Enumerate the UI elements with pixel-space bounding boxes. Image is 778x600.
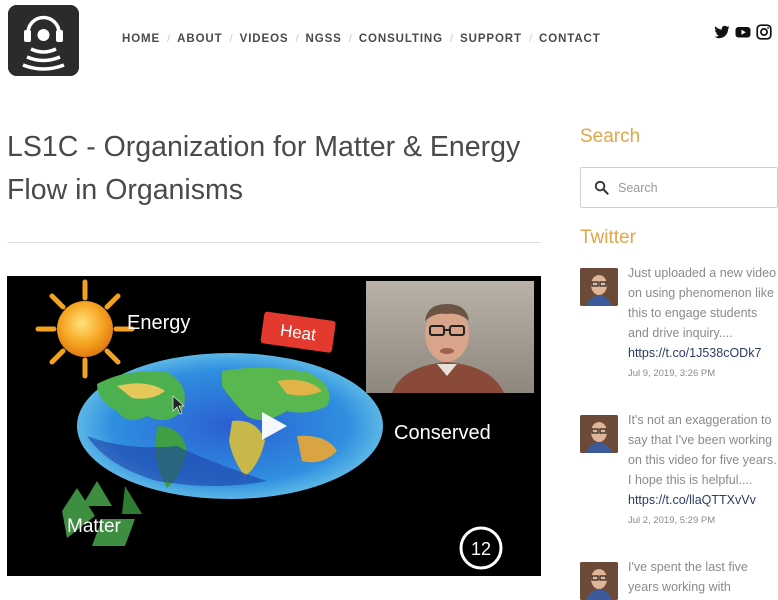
tweet-text: Just uploaded a new video on using pheno… xyxy=(628,266,777,340)
nav-about[interactable]: ABOUT xyxy=(177,33,222,45)
twitter-heading: Twitter xyxy=(580,227,636,248)
nav-consulting[interactable]: CONSULTING xyxy=(359,33,443,45)
tweet-date[interactable]: Jul 2, 2019, 5:29 PM xyxy=(628,515,778,526)
avatar[interactable] xyxy=(580,268,618,306)
avatar[interactable] xyxy=(580,562,618,600)
conserved-label: Conserved xyxy=(394,422,491,444)
energy-label: Energy xyxy=(127,312,190,334)
nav-separator: / xyxy=(449,33,454,45)
avatar[interactable] xyxy=(580,415,618,453)
sun-icon xyxy=(35,279,135,379)
site-logo[interactable] xyxy=(8,5,79,76)
nav-ngss[interactable]: NGSS xyxy=(306,33,342,45)
nav-home[interactable]: HOME xyxy=(122,33,160,45)
nav-videos[interactable]: VIDEOS xyxy=(240,33,289,45)
tweet-link[interactable]: https://t.co/1J538cODk7 xyxy=(628,343,778,363)
nav-separator: / xyxy=(348,33,352,45)
nav-separator: / xyxy=(229,33,233,45)
episode-number: 12 xyxy=(471,539,491,559)
world-map-icon xyxy=(77,353,383,499)
tweet-link[interactable]: https://t.co/llaQTTXvVv xyxy=(628,490,778,510)
nav-separator: / xyxy=(167,33,171,45)
headphones-logo-icon xyxy=(8,5,79,76)
nav-separator: / xyxy=(528,33,533,45)
nav-support[interactable]: SUPPORT xyxy=(460,33,522,45)
page-title: LS1C - Organization for Matter & Energy … xyxy=(7,131,521,206)
twitter-icon[interactable] xyxy=(714,24,730,40)
video-thumbnail: Energy Heat Conserved Matter 12 xyxy=(7,276,541,576)
tweet-body: Just uploaded a new video on using pheno… xyxy=(628,263,778,379)
content-text-partial xyxy=(7,589,541,600)
social-links xyxy=(714,24,772,40)
nav-separator: / xyxy=(295,33,299,45)
presenter-video-inset xyxy=(366,281,534,393)
search-icon xyxy=(594,180,609,195)
nav-contact[interactable]: CONTACT xyxy=(539,33,601,45)
search-box[interactable] xyxy=(580,167,778,208)
main-nav: HOME / ABOUT / VIDEOS / NGSS / CONSULTIN… xyxy=(122,33,601,45)
tweet-body: I've spent the last five years working w… xyxy=(628,557,778,597)
tweet-body: It's not an exaggeration to say that I'v… xyxy=(628,410,778,526)
tweet-date[interactable]: Jul 9, 2019, 3:26 PM xyxy=(628,368,778,379)
youtube-icon[interactable] xyxy=(735,24,751,40)
search-input[interactable] xyxy=(618,180,768,195)
search-heading: Search xyxy=(580,126,641,147)
title-divider xyxy=(7,242,541,243)
tweet-text: I've spent the last five years working w… xyxy=(628,560,748,594)
tweet-text: It's not an exaggeration to say that I'v… xyxy=(628,413,777,487)
instagram-icon[interactable] xyxy=(756,24,772,40)
matter-label: Matter xyxy=(67,516,122,537)
video-player[interactable]: Energy Heat Conserved Matter 12 xyxy=(7,276,541,576)
